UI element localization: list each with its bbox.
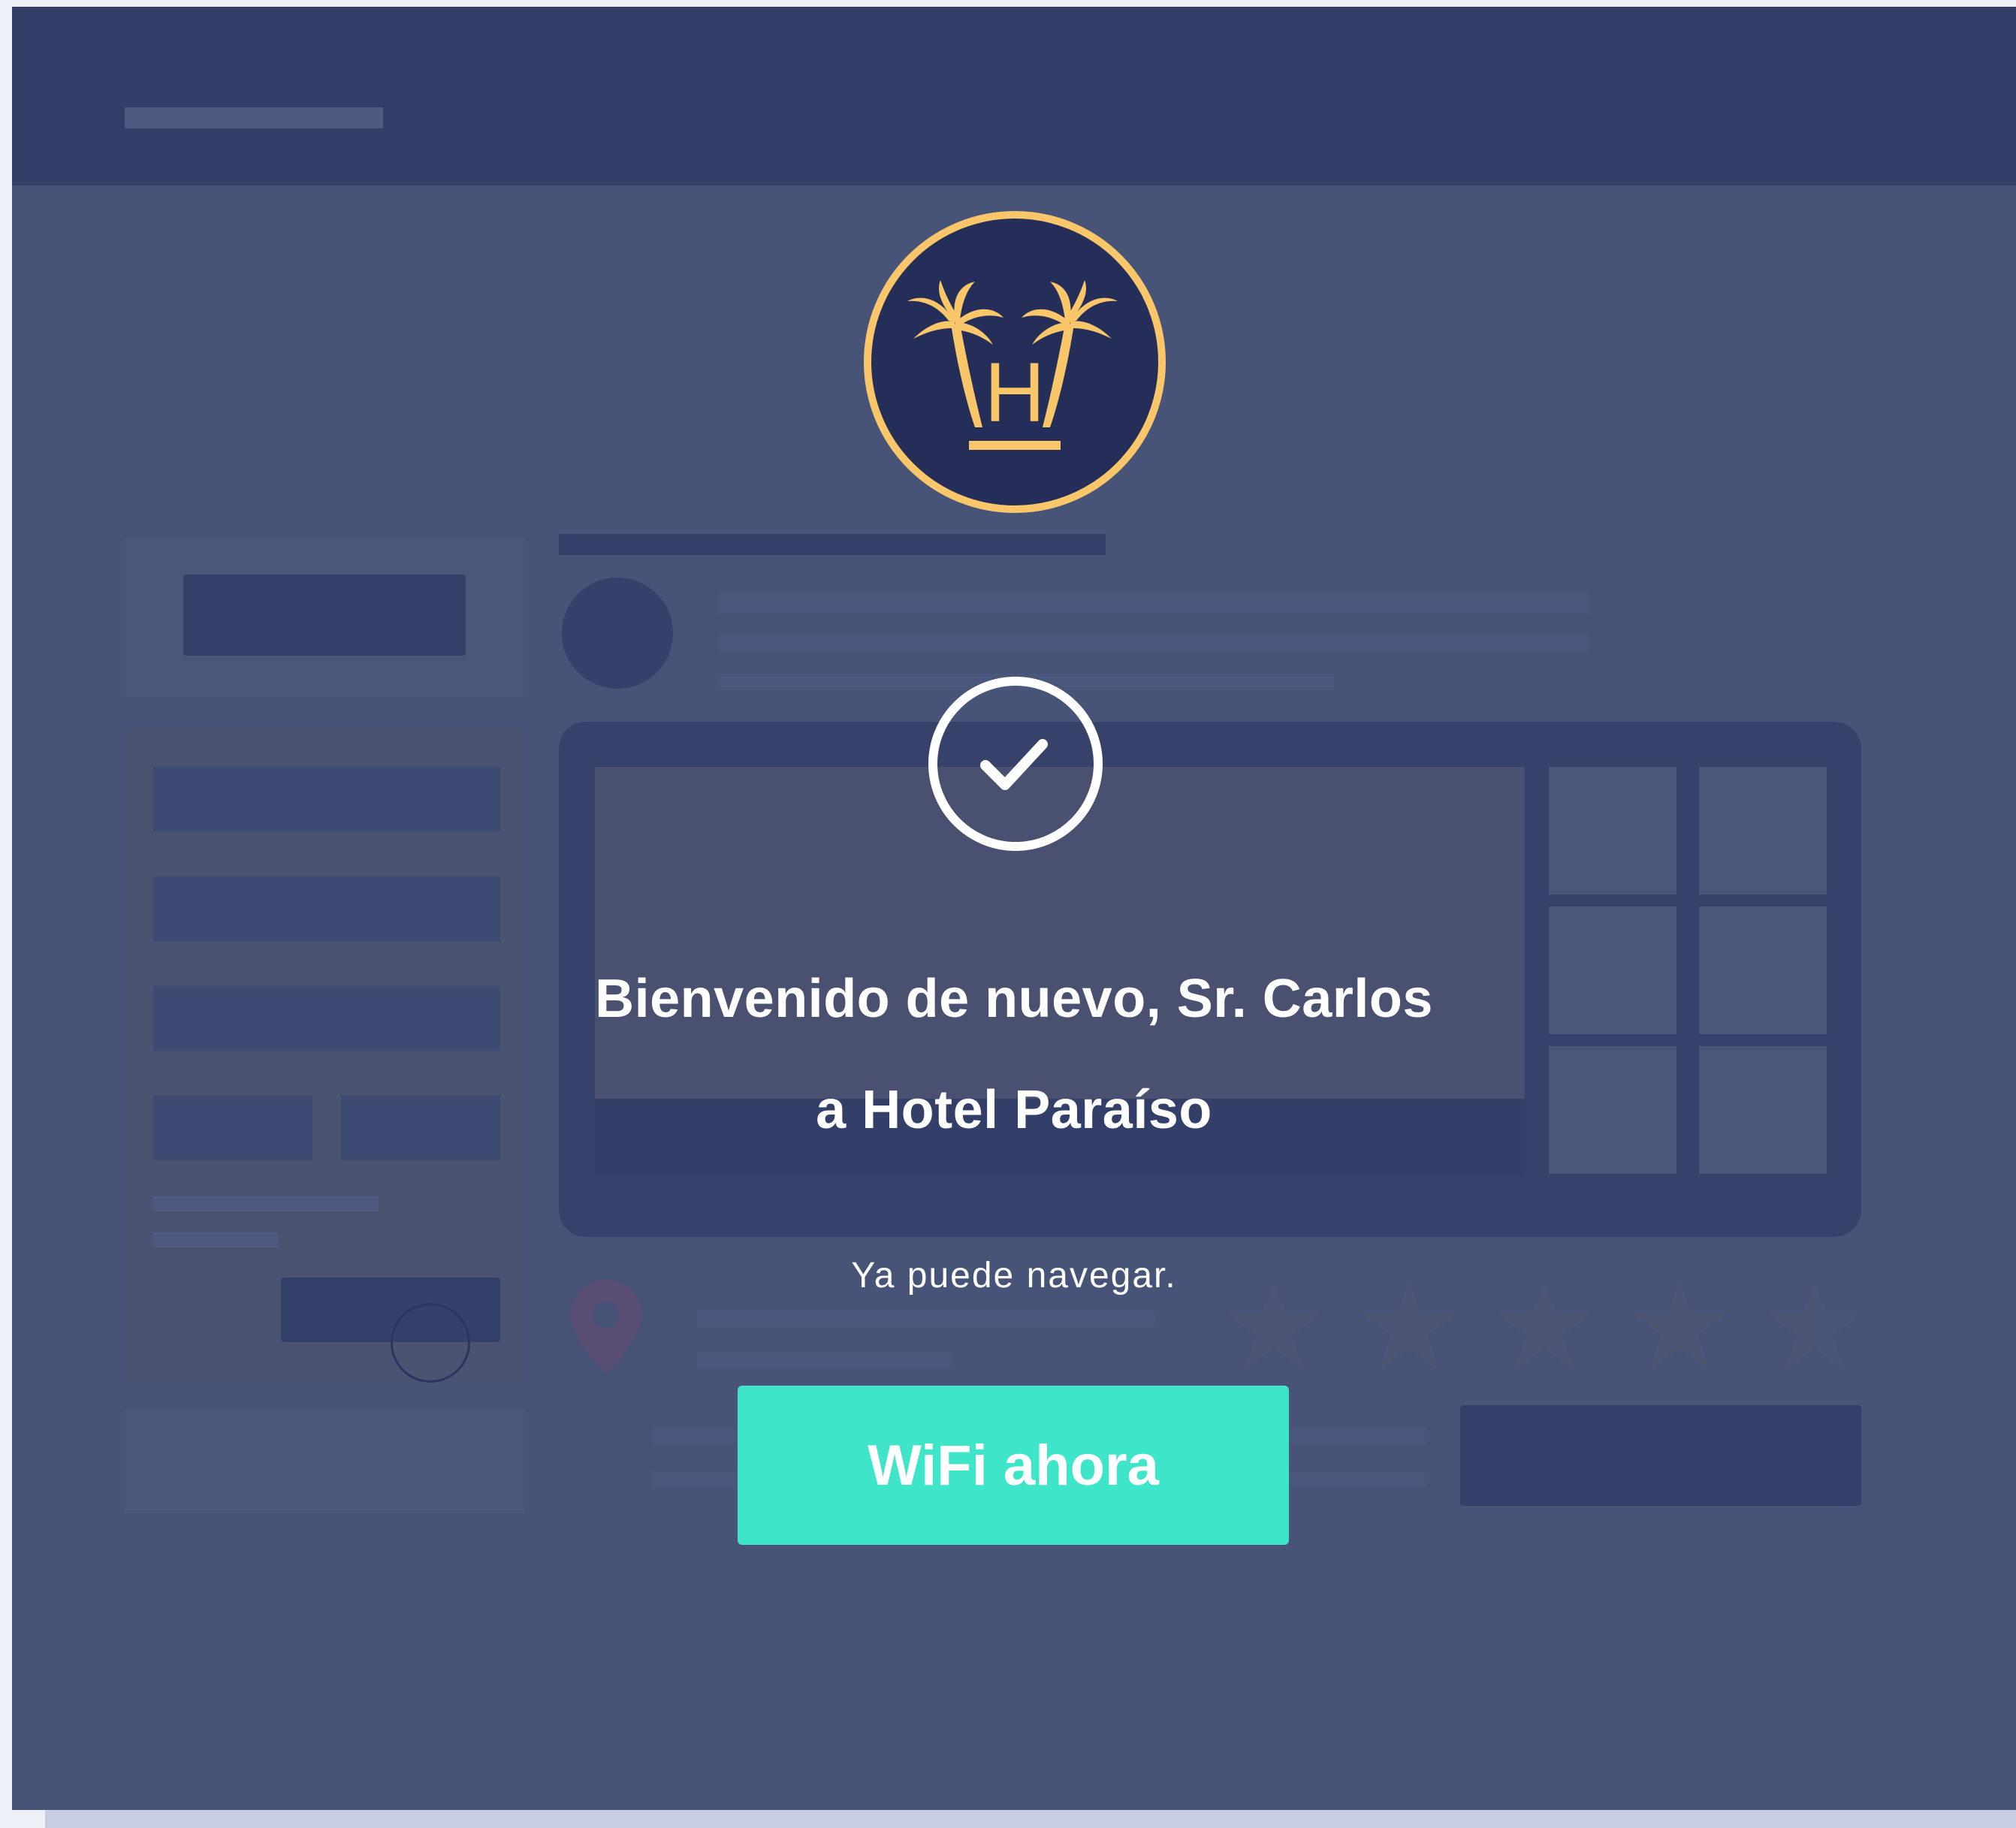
welcome-overlay: H Bienvenido de nuevo, Sr. Carlos a Hote… — [12, 7, 2016, 1810]
logo-letter: H — [985, 345, 1046, 439]
welcome-hotel-name: a Hotel Paraíso — [816, 1080, 1212, 1140]
wifi-now-button[interactable]: WiFi ahora — [738, 1386, 1289, 1545]
success-check-icon — [928, 677, 1103, 851]
welcome-title: Bienvenido de nuevo, Sr. Carlos — [595, 969, 1433, 1029]
captive-portal-screen: H Bienvenido de nuevo, Sr. Carlos a Hote… — [12, 7, 2016, 1810]
browse-message: Ya puede navegar. — [851, 1256, 1177, 1296]
window-bottom-edge — [45, 1810, 2016, 1828]
hotel-logo-icon: H — [864, 211, 1166, 513]
